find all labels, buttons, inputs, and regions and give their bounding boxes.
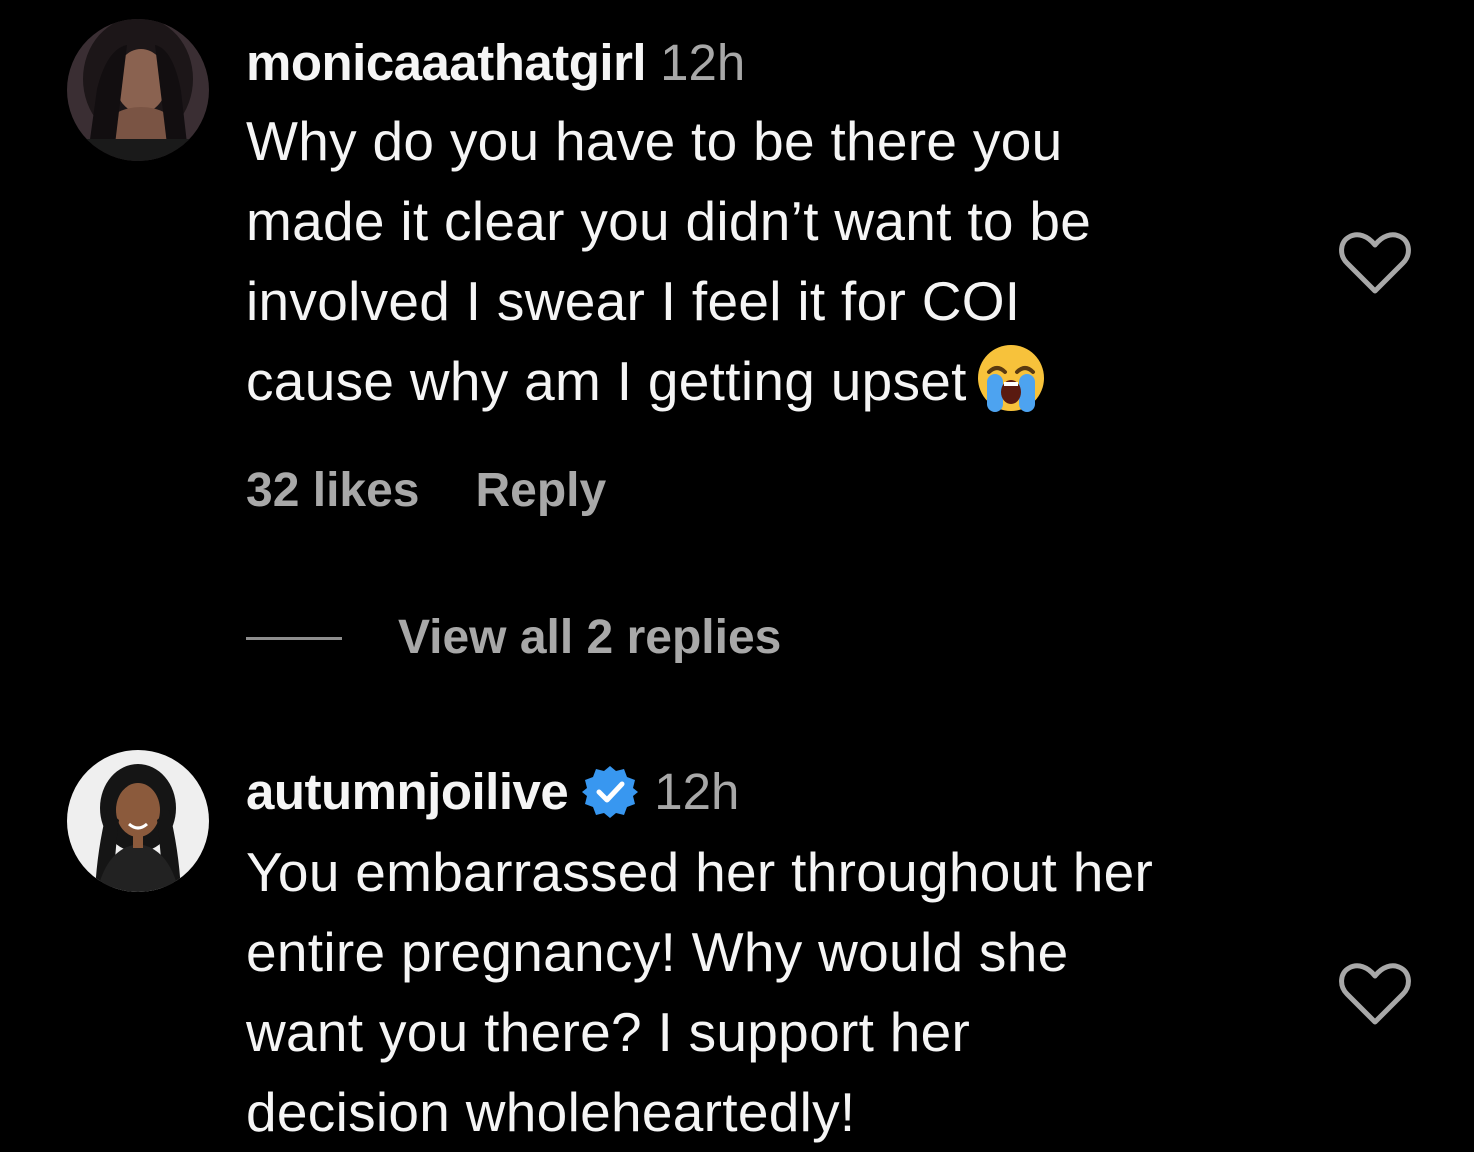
comment-text-line: Why do you have to be there you (246, 110, 1063, 172)
comment-text-line: cause why am I getting upset (246, 350, 967, 412)
timestamp: 12h (660, 34, 746, 91)
comment-text-line: want you there? I support her (246, 1001, 971, 1063)
comment-actions: 32 likes Reply (246, 463, 606, 519)
replies-divider (246, 636, 342, 640)
heart-outline-icon[interactable] (1337, 231, 1413, 295)
comment-text-line-last: cause why am I getting upset (246, 341, 1306, 421)
comment-header: monicaaathatgirl 12h (246, 33, 745, 93)
comment-text-line: made it clear you didn’t want to be (246, 190, 1092, 252)
comment-text-line: involved I swear I feel it for COI (246, 270, 1021, 332)
comment-text: Why do you have to be there you made it … (246, 101, 1306, 421)
username[interactable]: autumnjoilive (246, 762, 569, 822)
loudly-crying-face-icon (975, 342, 1047, 414)
view-replies-button[interactable]: View all 2 replies (246, 610, 781, 666)
comment-header: autumnjoilive 12h (246, 762, 739, 822)
reply-button[interactable]: Reply (475, 463, 606, 519)
avatar[interactable] (67, 19, 209, 161)
view-replies-label[interactable]: View all 2 replies (398, 610, 781, 666)
avatar[interactable] (67, 750, 209, 892)
comment-text-line: decision wholeheartedly! (246, 1081, 856, 1143)
verified-badge-icon (582, 764, 639, 820)
likes-count[interactable]: 32 likes (246, 463, 419, 519)
heart-outline-icon[interactable] (1337, 962, 1413, 1026)
comment-text: You embarrassed her throughout her entir… (246, 832, 1306, 1152)
comment-text-line: entire pregnancy! Why would she (246, 921, 1069, 983)
timestamp: 12h (654, 763, 740, 820)
comment-text-line: You embarrassed her throughout her (246, 841, 1154, 903)
username[interactable]: monicaaathatgirl (246, 33, 647, 93)
